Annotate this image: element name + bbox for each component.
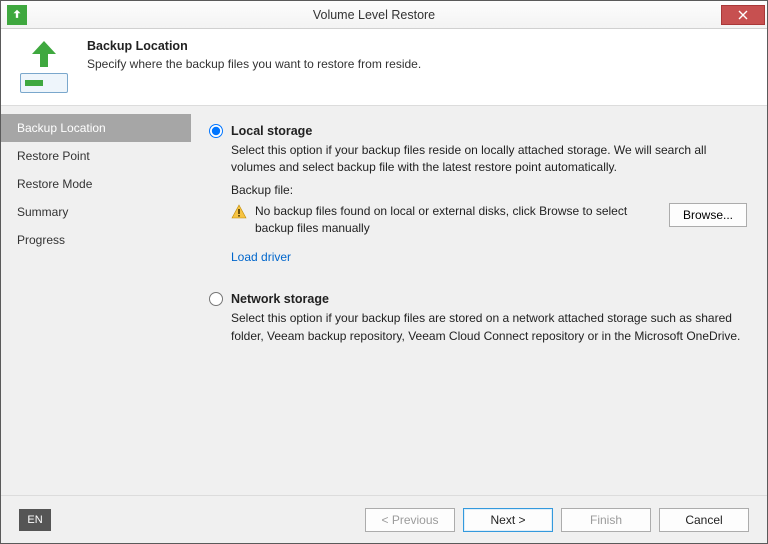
local-storage-label: Local storage <box>231 124 312 138</box>
step-restore-mode[interactable]: Restore Mode <box>1 170 191 198</box>
step-backup-location[interactable]: Backup Location <box>1 114 191 142</box>
next-button[interactable]: Next > <box>463 508 553 532</box>
local-storage-description: Select this option if your backup files … <box>231 142 747 177</box>
restore-arrow-icon <box>26 39 62 69</box>
wizard-steps-sidebar: Backup Location Restore Point Restore Mo… <box>1 106 191 495</box>
option-local-storage: Local storage Select this option if your… <box>209 124 747 264</box>
wizard-window: Volume Level Restore Backup Location Spe… <box>0 0 768 544</box>
wizard-header: Backup Location Specify where the backup… <box>1 29 767 106</box>
window-title: Volume Level Restore <box>27 8 721 22</box>
disk-icon <box>20 73 68 93</box>
local-storage-radio[interactable] <box>209 124 223 138</box>
language-indicator[interactable]: EN <box>19 509 51 531</box>
title-bar: Volume Level Restore <box>1 1 767 29</box>
network-storage-radio[interactable] <box>209 292 223 306</box>
load-driver-link[interactable]: Load driver <box>231 250 291 264</box>
warning-icon <box>231 204 247 220</box>
backup-file-row: No backup files found on local or extern… <box>231 203 747 237</box>
wizard-footer: EN < Previous Next > Finish Cancel <box>1 495 767 543</box>
backup-file-warning: No backup files found on local or extern… <box>255 203 659 237</box>
header-graphic <box>15 39 73 93</box>
network-storage-description: Select this option if your backup files … <box>231 310 747 345</box>
browse-button[interactable]: Browse... <box>669 203 747 227</box>
close-button[interactable] <box>721 5 765 25</box>
local-storage-radio-row[interactable]: Local storage <box>209 124 747 138</box>
header-subtitle: Specify where the backup files you want … <box>87 57 421 71</box>
app-icon <box>7 5 27 25</box>
backup-file-label: Backup file: <box>231 183 747 197</box>
network-storage-label: Network storage <box>231 292 329 306</box>
option-network-storage: Network storage Select this option if yo… <box>209 292 747 345</box>
network-storage-radio-row[interactable]: Network storage <box>209 292 747 306</box>
finish-button[interactable]: Finish <box>561 508 651 532</box>
previous-button[interactable]: < Previous <box>365 508 455 532</box>
step-restore-point[interactable]: Restore Point <box>1 142 191 170</box>
step-progress[interactable]: Progress <box>1 226 191 254</box>
wizard-content: Local storage Select this option if your… <box>191 106 767 495</box>
header-title: Backup Location <box>87 39 421 53</box>
close-icon <box>738 10 748 20</box>
step-summary[interactable]: Summary <box>1 198 191 226</box>
cancel-button[interactable]: Cancel <box>659 508 749 532</box>
wizard-body: Backup Location Restore Point Restore Mo… <box>1 106 767 495</box>
